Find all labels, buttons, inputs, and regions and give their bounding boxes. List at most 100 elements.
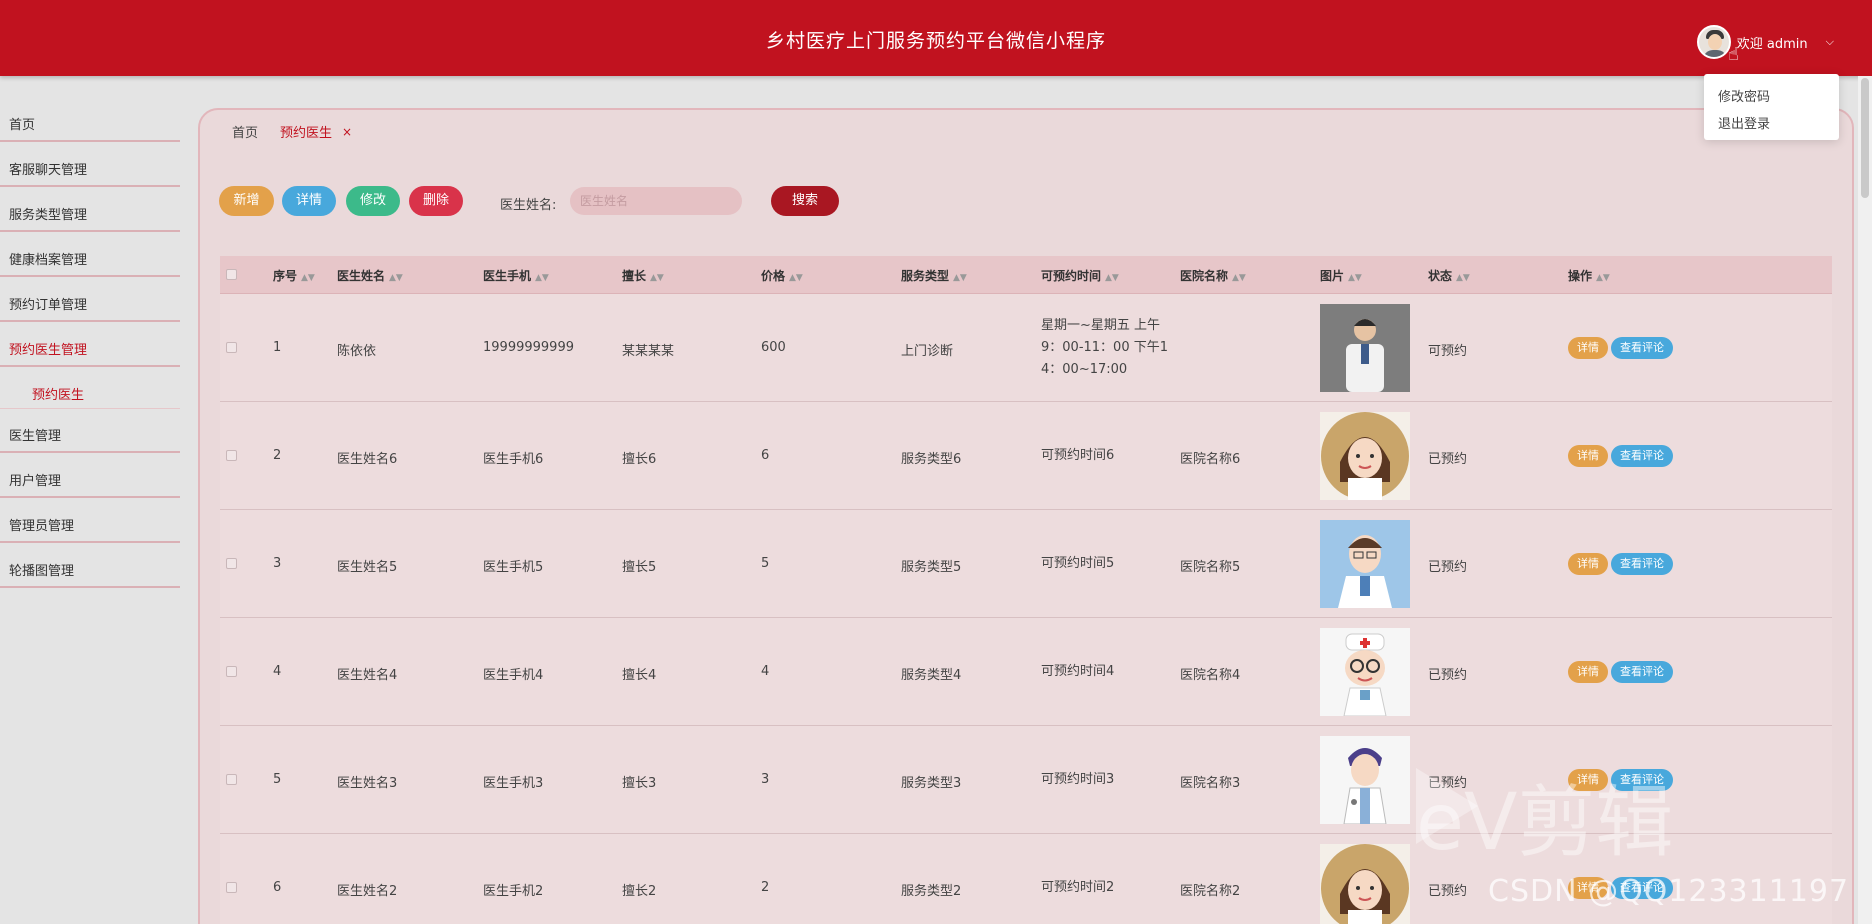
cell-hospital: 医院名称4 xyxy=(1180,668,1241,683)
page-scrollbar[interactable] xyxy=(1858,76,1872,924)
row-actions: 详情 查看评论 xyxy=(1568,445,1673,467)
doctor-photo[interactable] xyxy=(1320,412,1410,500)
top-header: 乡村医疗上门服务预约平台微信小程序 欢迎 admin ⌵ ☝ xyxy=(0,0,1872,76)
cell-skill: 擅长6 xyxy=(622,452,657,467)
header-phone[interactable]: 医生手机 ▲▼ xyxy=(483,267,549,284)
doctor-photo[interactable] xyxy=(1320,520,1410,608)
cell-hospital: 医院名称5 xyxy=(1180,560,1241,575)
row-detail-button[interactable]: 详情 xyxy=(1568,445,1608,467)
cell-hospital: 医院名称6 xyxy=(1180,452,1241,467)
sidebar-item-admins[interactable]: 管理员管理 xyxy=(0,506,180,551)
cell-time: 可预约时间2 xyxy=(1041,877,1114,899)
cell-phone: 医生手机4 xyxy=(483,668,544,683)
breadcrumb-home[interactable]: 首页 xyxy=(232,122,258,141)
cell-time-line: 4：00~17:00 xyxy=(1041,362,1128,377)
add-button[interactable]: 新增 xyxy=(219,186,274,216)
chevron-down-icon[interactable]: ⌵ xyxy=(1826,35,1834,49)
cell-phone: 医生手机6 xyxy=(483,452,544,467)
row-detail-button[interactable]: 详情 xyxy=(1568,553,1608,575)
cell-service: 上门诊断 xyxy=(901,344,954,359)
table-row[interactable]: 1 陈依依 19999999999 某某某某 600 上门诊断 星期一~星期五 上午 9：00… xyxy=(220,294,1832,402)
edit-button[interactable]: 修改 xyxy=(346,186,400,216)
detail-button[interactable]: 详情 xyxy=(282,186,336,216)
header-time[interactable]: 可预约时间 ▲▼ xyxy=(1041,267,1119,284)
cell-status: 已预约 xyxy=(1428,884,1468,899)
cell-name: 陈依依 xyxy=(337,344,377,359)
cell-name: 医生姓名3 xyxy=(337,776,398,791)
header-hospital[interactable]: 医院名称 ▲▼ xyxy=(1180,267,1246,284)
search-button[interactable]: 搜索 xyxy=(771,186,839,216)
search-input[interactable] xyxy=(570,187,742,215)
cell-time: 可预约时间4 xyxy=(1041,661,1114,683)
avatar[interactable] xyxy=(1696,25,1731,59)
sidebar-item-home[interactable]: 首页 xyxy=(0,105,180,150)
view-reviews-button[interactable]: 查看评论 xyxy=(1611,553,1673,575)
row-checkbox[interactable] xyxy=(226,666,237,677)
change-password-item[interactable]: 修改密码 xyxy=(1704,82,1839,109)
row-checkbox[interactable] xyxy=(226,450,237,461)
doctor-photo[interactable] xyxy=(1320,628,1410,716)
cell-status: 可预约 xyxy=(1428,344,1468,359)
cell-no: 2 xyxy=(273,448,282,463)
row-checkbox[interactable] xyxy=(226,558,237,569)
header-status[interactable]: 状态 ▲▼ xyxy=(1428,267,1470,284)
search-label: 医生姓名: xyxy=(500,198,557,213)
sidebar-item-carousel[interactable]: 轮播图管理 xyxy=(0,551,180,596)
doctor-photo[interactable] xyxy=(1320,844,1410,924)
view-reviews-button[interactable]: 查看评论 xyxy=(1611,337,1673,359)
table-header: 序号 ▲▼ 医生姓名 ▲▼ 医生手机 ▲▼ 擅长 ▲▼ 价格 ▲▼ 服务类型 ▲▼ 可预约时… xyxy=(220,256,1832,294)
sidebar-item-chat[interactable]: 客服聊天管理 xyxy=(0,150,180,195)
sidebar-item-service-type[interactable]: 服务类型管理 xyxy=(0,195,180,240)
close-icon[interactable]: × xyxy=(342,125,352,139)
header-actions[interactable]: 操作 ▲▼ xyxy=(1568,267,1610,284)
header-no[interactable]: 序号 ▲▼ xyxy=(273,267,315,284)
sidebar-item-orders[interactable]: 预约订单管理 xyxy=(0,285,180,330)
table-row[interactable]: 4 医生姓名4 医生手机4 擅长4 4 服务类型4 可预约时间4 医院名称4 已预约 详情 查看评论 xyxy=(220,618,1832,726)
header-image[interactable]: 图片 ▲▼ xyxy=(1320,267,1362,284)
cell-no: 5 xyxy=(273,772,282,787)
doctor-photo[interactable] xyxy=(1320,736,1410,824)
header-service[interactable]: 服务类型 ▲▼ xyxy=(901,267,967,284)
cell-price: 4 xyxy=(761,664,770,679)
row-actions: 详情 查看评论 xyxy=(1568,553,1673,575)
sidebar-item-appointment-doctor-mgmt[interactable]: 预约医生管理 xyxy=(0,330,180,375)
sidebar-item-doctors[interactable]: 医生管理 xyxy=(0,416,180,461)
cell-service: 服务类型6 xyxy=(901,452,962,467)
scrollbar-thumb[interactable] xyxy=(1861,78,1869,198)
row-checkbox[interactable] xyxy=(226,342,237,353)
user-menu-toggle[interactable]: 欢迎 admin ⌵ xyxy=(1696,24,1834,60)
view-reviews-button[interactable]: 查看评论 xyxy=(1611,661,1673,683)
table-row[interactable]: 3 医生姓名5 医生手机5 擅长5 5 服务类型5 可预约时间5 医院名称5 已预约 详情 查看评论 xyxy=(220,510,1832,618)
sidebar-item-health-record[interactable]: 健康档案管理 xyxy=(0,240,180,285)
logout-item[interactable]: 退出登录 xyxy=(1704,109,1839,136)
row-checkbox[interactable] xyxy=(226,882,237,893)
row-checkbox[interactable] xyxy=(226,774,237,785)
cell-skill: 某某某某 xyxy=(622,344,675,359)
cell-service: 服务类型2 xyxy=(901,884,962,899)
header-skill[interactable]: 擅长 ▲▼ xyxy=(622,267,664,284)
cell-hospital: 医院名称2 xyxy=(1180,884,1241,899)
sidebar-subitem-appointment-doctor[interactable]: 预约医生 xyxy=(0,375,180,416)
cell-name: 医生姓名4 xyxy=(337,668,398,683)
cell-time-line: 可预约时间3 xyxy=(1041,772,1115,787)
row-actions: 详情 查看评论 xyxy=(1568,661,1673,683)
sidebar-item-users[interactable]: 用户管理 xyxy=(0,461,180,506)
doctor-photo[interactable] xyxy=(1320,304,1410,392)
cell-time-line: 可预约时间4 xyxy=(1041,664,1115,679)
csdn-watermark: CSDN @QQ123311197 xyxy=(1488,874,1850,909)
select-all-checkbox[interactable] xyxy=(226,269,237,280)
view-reviews-button[interactable]: 查看评论 xyxy=(1611,445,1673,467)
cell-price: 600 xyxy=(761,340,786,355)
table-row[interactable]: 2 医生姓名6 医生手机6 擅长6 6 服务类型6 可预约时间6 医院名称6 已预约 详情 查看评论 xyxy=(220,402,1832,510)
cell-name: 医生姓名5 xyxy=(337,560,398,575)
welcome-text[interactable]: 欢迎 admin xyxy=(1737,33,1808,52)
breadcrumb: 首页 预约医生 × xyxy=(232,122,352,142)
row-actions: 详情 查看评论 xyxy=(1568,337,1673,359)
row-detail-button[interactable]: 详情 xyxy=(1568,337,1608,359)
header-price[interactable]: 价格 ▲▼ xyxy=(761,267,803,284)
tab-appointment-doctor[interactable]: 预约医生 xyxy=(280,122,332,141)
cell-time-line: 可预约时间2 xyxy=(1041,880,1115,895)
header-name[interactable]: 医生姓名 ▲▼ xyxy=(337,267,403,284)
row-detail-button[interactable]: 详情 xyxy=(1568,661,1608,683)
delete-button[interactable]: 删除 xyxy=(409,186,463,216)
